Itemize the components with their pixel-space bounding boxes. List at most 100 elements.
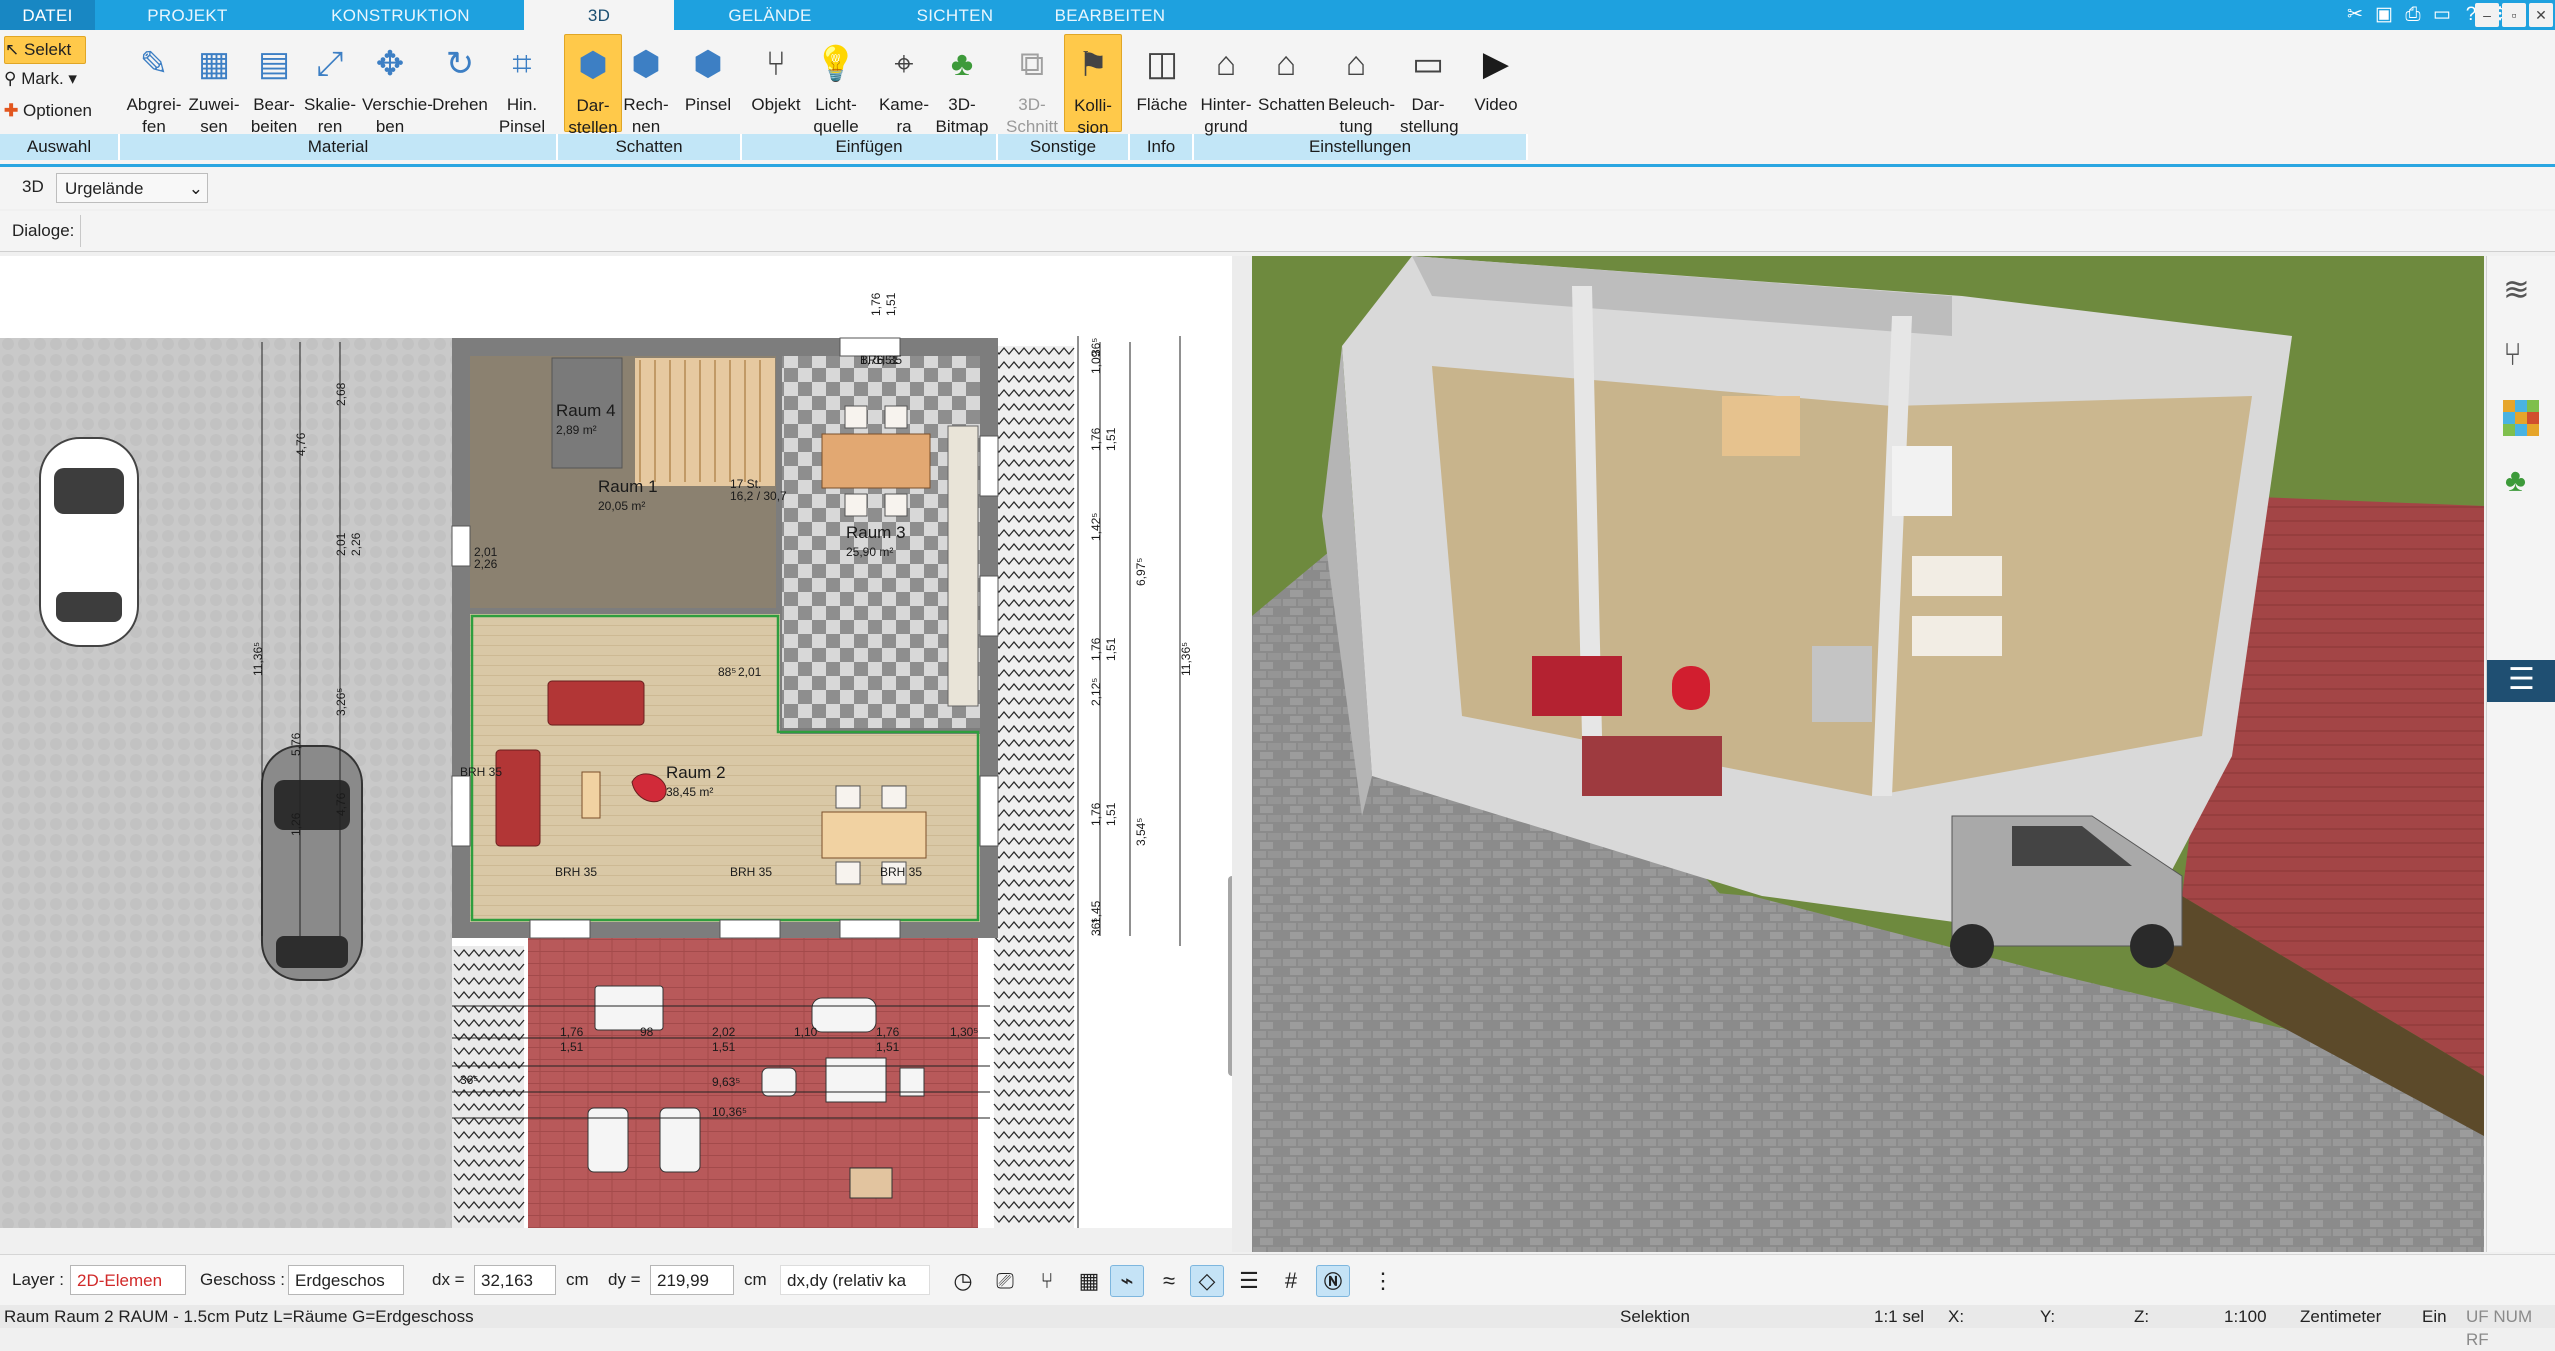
menu-icon[interactable]: ☰ <box>2487 660 2555 702</box>
room-area: 25,90 m² <box>846 545 893 559</box>
bean-bag-3d[interactable] <box>1672 666 1710 710</box>
tree-icon[interactable]: ♣ <box>2505 462 2526 499</box>
scale-icon: ⤢ <box>316 45 344 83</box>
tab-gelaende[interactable]: GELÄNDE <box>700 0 840 30</box>
tab-konstruktion[interactable]: KONSTRUKTION <box>318 0 483 30</box>
car-bottom[interactable] <box>261 745 363 981</box>
export-icon[interactable]: ▣ <box>2372 3 2396 27</box>
ribbon-button-label: Verschie- ben <box>362 95 433 136</box>
close-button[interactable]: ✕ <box>2529 3 2553 27</box>
layers-icon[interactable]: ≋ <box>2503 270 2530 308</box>
relative-select[interactable]: dx,dy (relativ ka <box>780 1265 930 1295</box>
terrain-icon[interactable]: ☰ <box>1232 1265 1266 1297</box>
dimension-label: 2,26 <box>474 557 498 571</box>
dimension-label: 1,76 <box>1089 427 1103 451</box>
ribbon-button-einfuegen-3[interactable]: ♣ 3D- Bitmap <box>934 34 990 136</box>
ribbon-button-einstellungen-4[interactable]: ▶ Video <box>1468 34 1524 130</box>
view-splitter[interactable] <box>1232 256 1252 1252</box>
ribbon-button-einfuegen-2[interactable]: ⌖ Kame- ra <box>876 34 932 136</box>
ribbon-button-material-1[interactable]: ▦ Zuwei- sen <box>186 34 242 136</box>
3d-canvas[interactable] <box>1252 256 2484 1252</box>
3d-view[interactable] <box>1252 256 2484 1252</box>
terrace-table-3d[interactable] <box>1892 446 1952 516</box>
chair-icon: ⑂ <box>765 45 787 83</box>
ribbon-button-material-0[interactable]: ✎ Abgrei- fen <box>126 34 182 136</box>
ribbon-button-sonstige-1[interactable]: ⚑ Kolli- sion <box>1064 34 1122 137</box>
tab-sichten[interactable]: SICHTEN <box>890 0 1020 30</box>
dining-table-3d[interactable] <box>1722 396 1800 456</box>
scale-label: 1:100 <box>2224 1307 2267 1326</box>
hedge-right <box>994 346 1074 1228</box>
ribbon-button-schatten-1[interactable]: ⬢ Rech- nen <box>618 34 674 136</box>
restore-button[interactable]: ▫ <box>2502 3 2526 27</box>
floor-plan-canvas[interactable]: Raum 4 2,89 m² Raum 1 20,05 m² Raum 3 25… <box>0 256 1232 1228</box>
floor-plan-view[interactable]: Raum 4 2,89 m² Raum 1 20,05 m² Raum 3 25… <box>0 256 1232 1228</box>
palette-icon[interactable] <box>2503 400 2539 436</box>
tab-3d[interactable]: 3D <box>524 0 674 30</box>
ribbon-button-material-3[interactable]: ⤢ Skalie- ren <box>302 34 358 136</box>
print-icon[interactable]: ⎙ <box>2401 3 2425 27</box>
ribbon-button-einfuegen-0[interactable]: ⑂ Objekt <box>748 34 804 130</box>
dx-input[interactable]: 32,163 <box>474 1265 556 1295</box>
ribbon-button-info-0[interactable]: ◫ Fläche <box>1134 34 1190 130</box>
lounger-3d-1[interactable] <box>1912 556 2002 596</box>
dimension-label: 4,76 <box>294 432 308 456</box>
tab-bearbeiten[interactable]: BEARBEITEN <box>1040 0 1180 30</box>
lounger-3d-2[interactable] <box>1912 616 2002 656</box>
ribbon-button-schatten-0[interactable]: ⬢ Dar- stellen <box>564 34 622 137</box>
terrain-select[interactable]: Urgelände ⌄ <box>56 173 208 203</box>
ribbon-button-label: Objekt <box>751 95 801 114</box>
ribbon-button-material-6[interactable]: ⌗ Hin. Pinsel <box>494 34 550 136</box>
ribbon-button-label: 3D- Schnitt <box>1006 95 1058 136</box>
grid-icon[interactable]: # <box>1274 1265 1308 1297</box>
more-icon[interactable]: ⋮ <box>1366 1265 1400 1297</box>
tab-projekt[interactable]: PROJEKT <box>120 0 255 30</box>
dimension-label: 1,42⁵ <box>1089 513 1103 541</box>
kitchen-counter[interactable] <box>947 425 979 707</box>
selekt-button[interactable]: ↖ Selekt <box>4 36 86 64</box>
ribbon-button-label: Rech- nen <box>623 95 669 136</box>
ribbon-button-sonstige-0[interactable]: ⧉ 3D- Schnitt <box>1004 34 1060 136</box>
wave-icon[interactable]: ≈ <box>1152 1265 1186 1297</box>
sofa-top[interactable] <box>547 680 645 726</box>
snap-icon[interactable]: ⌁ <box>1110 1265 1144 1297</box>
geschoss-select[interactable]: Erdgeschos <box>288 1265 404 1295</box>
ribbon-button-einstellungen-1[interactable]: ⌂ Schatten <box>1258 34 1325 130</box>
ribbon-button-einstellungen-3[interactable]: ▭ Dar- stellung <box>1400 34 1459 136</box>
monitor-icon[interactable]: ⎚ <box>988 1265 1022 1297</box>
tree-icon: ♣ <box>950 45 974 83</box>
ribbon-button-label: Drehen <box>432 95 488 114</box>
tab-datei[interactable]: DATEI <box>0 0 95 30</box>
sofa-3d[interactable] <box>1532 656 1622 716</box>
ribbon-button-label: Licht- quelle <box>813 95 859 136</box>
ribbon-button-schatten-2[interactable]: ⬢ Pinsel <box>680 34 736 130</box>
optionen-button[interactable]: ✚ Optionen <box>4 98 92 124</box>
layer-select[interactable]: 2D-Elemen <box>70 1265 186 1295</box>
staircase[interactable] <box>635 358 775 486</box>
sofa-3d-2[interactable] <box>1582 736 1722 796</box>
plane-icon[interactable]: ◇ <box>1190 1265 1224 1297</box>
clock-icon[interactable]: ◷ <box>946 1265 980 1297</box>
minimize-button[interactable]: – <box>2475 3 2499 27</box>
cursor-icon: ↖ <box>5 40 20 59</box>
sofa-left[interactable] <box>495 749 541 847</box>
car-top[interactable] <box>39 437 139 647</box>
x-label: X: <box>1948 1307 1965 1326</box>
dy-input[interactable]: 219,99 <box>650 1265 734 1295</box>
ribbon-button-einstellungen-2[interactable]: ⌂ Beleuch- tung <box>1328 34 1395 136</box>
ribbon-button-einfuegen-1[interactable]: 💡 Licht- quelle <box>808 34 864 136</box>
tools-icon[interactable]: ✂ <box>2343 3 2367 27</box>
ribbon-button-material-4[interactable]: ✥ Verschie- ben <box>362 34 433 136</box>
window-icon[interactable]: ▭ <box>2430 3 2454 27</box>
coffee-table[interactable] <box>581 771 601 819</box>
mark-button[interactable]: ⚲ Mark. ▾ <box>4 66 77 92</box>
chair-icon[interactable]: ⑂ <box>2503 336 2522 373</box>
ribbon-button-material-5[interactable]: ↻ Drehen <box>432 34 488 130</box>
cube-icon[interactable]: ▦ <box>1072 1265 1106 1297</box>
north-icon[interactable]: Ⓝ <box>1316 1265 1350 1297</box>
armchair-icon[interactable]: ⑂ <box>1030 1265 1064 1297</box>
ribbon-button-einstellungen-0[interactable]: ⌂ Hinter- grund <box>1198 34 1254 136</box>
beach-chair-3d[interactable] <box>1812 646 1872 722</box>
ribbon-button-material-2[interactable]: ▤ Bear- beiten <box>246 34 302 136</box>
dimension-label: 1,51 <box>1104 427 1118 451</box>
